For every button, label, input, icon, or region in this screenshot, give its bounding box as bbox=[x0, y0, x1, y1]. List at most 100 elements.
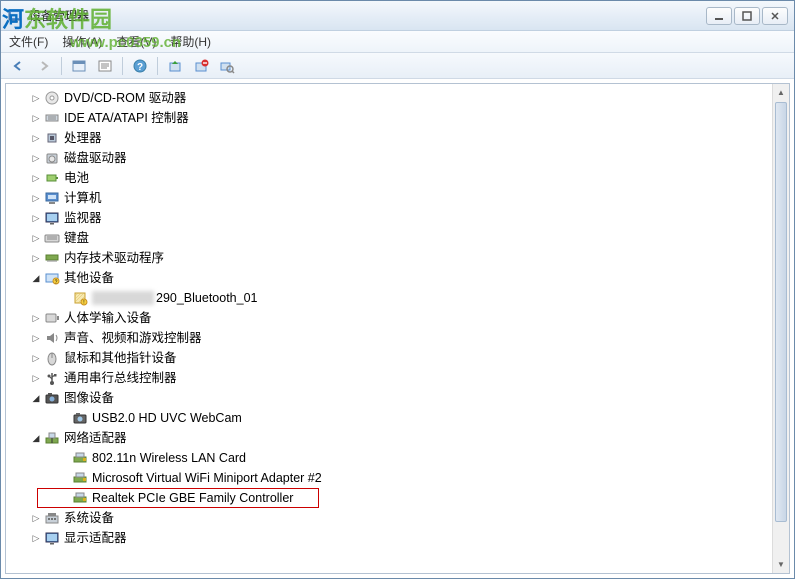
keyboard-icon bbox=[44, 230, 60, 246]
menu-file[interactable]: 文件(F) bbox=[9, 33, 48, 50]
tree-item-label: 内存技术驱动程序 bbox=[64, 248, 164, 269]
close-button[interactable] bbox=[762, 7, 788, 25]
help-button[interactable]: ? bbox=[129, 55, 151, 77]
tree-item-label: 系统设备 bbox=[64, 508, 114, 529]
tree-item-label: 显示适配器 bbox=[64, 528, 127, 549]
toolbar: ? bbox=[1, 53, 794, 79]
tree-item-label: 处理器 bbox=[64, 128, 102, 149]
maximize-button[interactable] bbox=[734, 7, 760, 25]
menu-help[interactable]: 帮助(H) bbox=[170, 33, 211, 50]
back-button[interactable] bbox=[7, 55, 29, 77]
tree-item-label: 监视器 bbox=[64, 208, 102, 229]
tree-item[interactable]: ▷ 内存技术驱动程序 bbox=[12, 248, 770, 268]
tree-item-label: IDE ATA/ATAPI 控制器 bbox=[64, 108, 189, 129]
menu-action[interactable]: 操作(A) bbox=[62, 33, 102, 50]
memory-icon bbox=[44, 250, 60, 266]
expand-icon[interactable]: ▷ bbox=[30, 92, 42, 104]
tree-item[interactable]: ▷ DVD/CD-ROM 驱动器 bbox=[12, 88, 770, 108]
forward-button[interactable] bbox=[33, 55, 55, 77]
sound-icon bbox=[44, 330, 60, 346]
expander-spacer bbox=[58, 452, 70, 464]
tree-item-label: Microsoft Virtual WiFi Miniport Adapter … bbox=[92, 468, 322, 489]
expand-icon[interactable]: ▷ bbox=[30, 232, 42, 244]
battery-icon bbox=[44, 170, 60, 186]
collapse-icon[interactable]: ◢ bbox=[30, 432, 42, 444]
update-driver-button[interactable] bbox=[164, 55, 186, 77]
titlebar[interactable]: 设备管理器 bbox=[1, 1, 794, 31]
computer-icon bbox=[44, 190, 60, 206]
tree-item[interactable]: ◢?其他设备 bbox=[12, 268, 770, 288]
tree-item-label: 290_Bluetooth_01 bbox=[156, 288, 257, 309]
expand-icon[interactable]: ▷ bbox=[30, 212, 42, 224]
scrollbar[interactable]: ▲ ▼ bbox=[772, 84, 789, 573]
minimize-button[interactable] bbox=[706, 7, 732, 25]
unknown-icon: ! bbox=[72, 290, 88, 306]
expand-icon[interactable]: ▷ bbox=[30, 332, 42, 344]
tree-item[interactable]: 802.11n Wireless LAN Card bbox=[12, 448, 770, 468]
tree-item-label: 其他设备 bbox=[64, 268, 114, 289]
show-hidden-button[interactable] bbox=[68, 55, 90, 77]
system-icon bbox=[44, 510, 60, 526]
tree-item[interactable]: ▷ 人体学输入设备 bbox=[12, 308, 770, 328]
expander-spacer bbox=[58, 412, 70, 424]
collapse-icon[interactable]: ◢ bbox=[30, 272, 42, 284]
tree-item-label: Realtek PCIe GBE Family Controller bbox=[92, 488, 293, 509]
scan-hardware-button[interactable] bbox=[216, 55, 238, 77]
expand-icon[interactable]: ▷ bbox=[30, 352, 42, 364]
scrollbar-thumb[interactable] bbox=[775, 102, 787, 522]
expand-icon[interactable]: ▷ bbox=[30, 152, 42, 164]
tree-item[interactable]: Realtek PCIe GBE Family Controller bbox=[12, 488, 770, 508]
tree-item[interactable]: ! 290_Bluetooth_01 bbox=[12, 288, 770, 308]
expand-icon[interactable]: ▷ bbox=[30, 512, 42, 524]
tree-item[interactable]: ▷ IDE ATA/ATAPI 控制器 bbox=[12, 108, 770, 128]
expand-icon[interactable]: ▷ bbox=[30, 312, 42, 324]
tree-item[interactable]: ▷鼠标和其他指针设备 bbox=[12, 348, 770, 368]
window-controls bbox=[706, 7, 788, 25]
tree-item[interactable]: ▷ 电池 bbox=[12, 168, 770, 188]
expand-icon[interactable]: ▷ bbox=[30, 172, 42, 184]
device-manager-window: 设备管理器 文件(F) 操作(A) 查看(V) 帮助(H) ? ▷ DVD/CD-… bbox=[0, 0, 795, 579]
tree-item[interactable]: USB2.0 HD UVC WebCam bbox=[12, 408, 770, 428]
netcard-icon bbox=[72, 450, 88, 466]
expander-spacer bbox=[58, 492, 70, 504]
app-icon bbox=[7, 8, 23, 24]
tree-item[interactable]: ▷ 系统设备 bbox=[12, 508, 770, 528]
other-icon: ? bbox=[44, 270, 60, 286]
tree-item[interactable]: ◢ 图像设备 bbox=[12, 388, 770, 408]
scroll-down-button[interactable]: ▼ bbox=[773, 556, 789, 573]
collapse-icon[interactable]: ◢ bbox=[30, 392, 42, 404]
expand-icon[interactable]: ▷ bbox=[30, 132, 42, 144]
tree-item-label: DVD/CD-ROM 驱动器 bbox=[64, 88, 186, 109]
svg-text:?: ? bbox=[137, 62, 143, 73]
tree-item[interactable]: ◢ 网络适配器 bbox=[12, 428, 770, 448]
tree-item-label: 图像设备 bbox=[64, 388, 114, 409]
camera-icon bbox=[72, 410, 88, 426]
tree-item[interactable]: ▷声音、视频和游戏控制器 bbox=[12, 328, 770, 348]
tree-item-label: 键盘 bbox=[64, 228, 89, 249]
expand-icon[interactable]: ▷ bbox=[30, 112, 42, 124]
expand-icon[interactable]: ▷ bbox=[30, 532, 42, 544]
tree-item[interactable]: ▷ 监视器 bbox=[12, 208, 770, 228]
expander-spacer bbox=[58, 292, 70, 304]
tree-item[interactable]: ▷ 显示适配器 bbox=[12, 528, 770, 548]
tree-item[interactable]: ▷ 处理器 bbox=[12, 128, 770, 148]
scroll-up-button[interactable]: ▲ bbox=[773, 84, 789, 101]
usb-icon bbox=[44, 370, 60, 386]
uninstall-button[interactable] bbox=[190, 55, 212, 77]
expand-icon[interactable]: ▷ bbox=[30, 372, 42, 384]
tree-item-label: 网络适配器 bbox=[64, 428, 127, 449]
tree-item[interactable]: ▷磁盘驱动器 bbox=[12, 148, 770, 168]
tree-item[interactable]: ▷通用串行总线控制器 bbox=[12, 368, 770, 388]
tree-item[interactable]: ▷ 键盘 bbox=[12, 228, 770, 248]
expand-icon[interactable]: ▷ bbox=[30, 252, 42, 264]
window-title: 设备管理器 bbox=[29, 7, 706, 24]
menubar: 文件(F) 操作(A) 查看(V) 帮助(H) bbox=[1, 31, 794, 53]
tree-item[interactable]: Microsoft Virtual WiFi Miniport Adapter … bbox=[12, 468, 770, 488]
expand-icon[interactable]: ▷ bbox=[30, 192, 42, 204]
menu-view[interactable]: 查看(V) bbox=[116, 33, 156, 50]
properties-button[interactable] bbox=[94, 55, 116, 77]
tree-item-label: 人体学输入设备 bbox=[64, 308, 152, 329]
tree-item[interactable]: ▷计算机 bbox=[12, 188, 770, 208]
tree-item-label: 电池 bbox=[64, 168, 89, 189]
device-tree[interactable]: ▷ DVD/CD-ROM 驱动器 ▷ IDE ATA/ATAPI 控制器 ▷ 处理器▷磁盘… bbox=[6, 84, 772, 573]
